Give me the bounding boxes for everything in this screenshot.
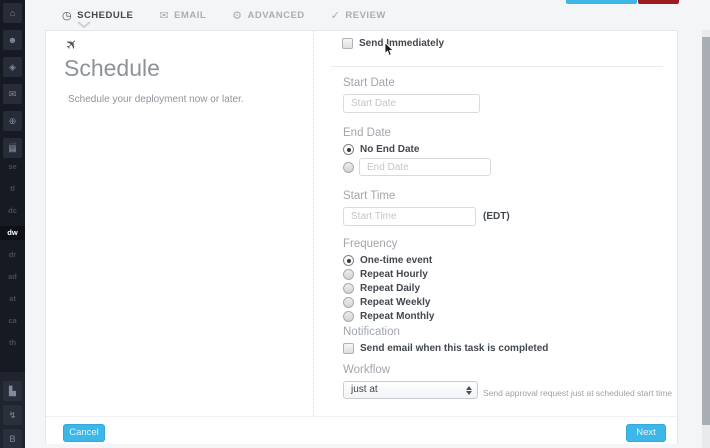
tab-email[interactable]: ✉ EMAIL — [159, 9, 206, 22]
tab-schedule[interactable]: ◷ SCHEDULE — [62, 9, 133, 22]
gem-icon[interactable]: ◈ — [3, 57, 22, 77]
schedule-panel: ✈ Schedule Schedule your deployment now … — [45, 30, 678, 444]
sidebar-item-dr[interactable]: dr — [0, 248, 25, 262]
workflow-label: Workflow — [343, 364, 390, 376]
sidebar-item-se[interactable]: se — [0, 160, 25, 174]
column-divider — [313, 31, 314, 416]
frequency-radio-one-time-event[interactable] — [343, 255, 354, 266]
select-stepper-icon — [466, 386, 472, 395]
page-subtitle: Schedule your deployment now or later. — [68, 94, 244, 105]
no-end-date-label: No End Date — [360, 144, 419, 155]
home-icon[interactable]: ⌂ — [3, 3, 22, 23]
bolt-icon[interactable]: ↯ — [3, 405, 22, 425]
start-date-input[interactable] — [343, 94, 480, 113]
mail-icon[interactable]: ✉ — [3, 84, 22, 104]
frequency-option-label: Repeat Daily — [360, 283, 420, 294]
gears-icon: ⚙ — [232, 9, 242, 22]
tab-label: EMAIL — [174, 10, 206, 21]
sidebar-item-ca[interactable]: ca — [0, 314, 25, 328]
start-time-label: Start Time — [343, 190, 395, 202]
notify-email-label: Send email when this task is completed — [360, 343, 548, 354]
start-date-label: Start Date — [343, 77, 395, 89]
users-icon[interactable]: ☻ — [3, 30, 22, 50]
frequency-option-label: Repeat Monthly — [360, 311, 434, 322]
envelope-icon: ✉ — [159, 9, 169, 22]
check-icon: ✓ — [331, 9, 341, 22]
frequency-option-label: Repeat Hourly — [360, 269, 428, 280]
sidebar-item-th[interactable]: th — [0, 336, 25, 350]
end-date-label: End Date — [343, 127, 391, 139]
clock-icon: ◷ — [62, 9, 72, 22]
tab-label: SCHEDULE — [77, 10, 133, 21]
frequency-option-label: Repeat Weekly — [360, 297, 430, 308]
sidebar-item-at[interactable]: at — [0, 292, 25, 306]
chart-icon[interactable]: ▙ — [3, 381, 22, 401]
start-time-input[interactable] — [343, 207, 476, 226]
end-date-input[interactable] — [359, 158, 491, 176]
send-immediately-label: Send Immediately — [359, 38, 444, 49]
timezone-label: (EDT) — [483, 211, 510, 222]
panel-footer: Cancel Next — [46, 416, 677, 444]
sidebar-item-ad[interactable]: ad — [0, 270, 25, 284]
top-nav: ◷ SCHEDULE ✉ EMAIL ⚙ ADVANCED ✓ REVIEW — [25, 0, 710, 30]
section-divider — [331, 66, 663, 67]
tab-advanced[interactable]: ⚙ ADVANCED — [232, 9, 305, 22]
tab-label: REVIEW — [345, 10, 385, 21]
mouse-cursor — [384, 42, 395, 57]
page-title: Schedule — [64, 55, 160, 82]
scrollbar-track[interactable] — [702, 30, 710, 448]
letter-b-icon[interactable]: B — [3, 429, 22, 448]
end-date-radio[interactable] — [343, 162, 354, 173]
cancel-button[interactable]: Cancel — [63, 424, 105, 442]
sidebar-item-dw[interactable]: dw — [0, 226, 25, 240]
danger-cutoff-button[interactable] — [638, 0, 679, 4]
tab-caret-icon — [76, 20, 92, 29]
notify-email-checkbox[interactable] — [343, 343, 354, 354]
tab-label: ADVANCED — [248, 10, 305, 21]
tab-review[interactable]: ✓ REVIEW — [331, 9, 386, 22]
frequency-label: Frequency — [343, 238, 397, 250]
sidebar: ⌂☻◈✉⊕▦ ctsetldcdwdradatcath ▙↯B — [0, 0, 25, 448]
frequency-radio-repeat-weekly[interactable] — [343, 297, 354, 308]
frequency-radio-repeat-monthly[interactable] — [343, 311, 354, 322]
scrollbar-thumb[interactable] — [702, 37, 710, 425]
frequency-radio-repeat-daily[interactable] — [343, 283, 354, 294]
frequency-radio-repeat-hourly[interactable] — [343, 269, 354, 280]
sidebar-item-tl[interactable]: tl — [0, 182, 25, 196]
sidebar-item-dc[interactable]: dc — [0, 204, 25, 218]
no-end-date-radio[interactable] — [343, 144, 354, 155]
primary-cutoff-button[interactable] — [566, 0, 637, 4]
tab-bar: ◷ SCHEDULE ✉ EMAIL ⚙ ADVANCED ✓ REVIEW — [62, 0, 412, 30]
rocket-icon: ✈ — [62, 34, 82, 54]
send-immediately-checkbox[interactable] — [342, 38, 353, 49]
frequency-option-label: One-time event — [360, 255, 432, 266]
workflow-selected-value: just at — [351, 384, 378, 395]
sidebar-item-ct[interactable]: ct — [0, 138, 25, 152]
globe-icon[interactable]: ⊕ — [3, 111, 22, 131]
next-button[interactable]: Next — [626, 424, 666, 442]
workflow-select[interactable]: just at — [343, 381, 478, 399]
notification-label: Notification — [343, 326, 400, 338]
workflow-helper-text: Send approval request just at scheduled … — [483, 388, 672, 398]
